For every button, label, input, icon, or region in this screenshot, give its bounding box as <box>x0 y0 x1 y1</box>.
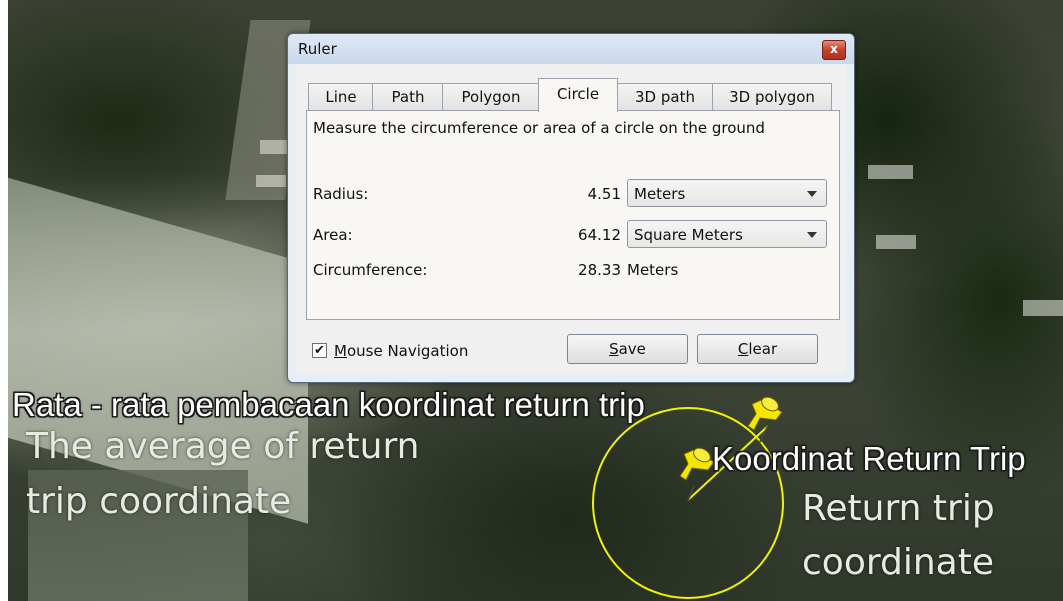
annotation-return-trip-line1: Return trip <box>802 488 995 529</box>
dialog-title: Ruler <box>298 40 337 58</box>
annotation-average-line1: The average of return <box>26 426 420 467</box>
radius-unit-value: Meters <box>634 185 686 203</box>
dialog-body: Line Path Polygon Circle 3D path 3D poly… <box>296 64 846 374</box>
save-label-rest: ave <box>618 340 646 358</box>
save-button[interactable]: Save <box>567 334 688 364</box>
annotation-return-trip-line2: coordinate <box>802 542 995 583</box>
area-unit-select[interactable]: Square Meters <box>627 220 827 248</box>
area-label: Area: <box>313 226 353 244</box>
close-icon[interactable]: x <box>822 40 846 60</box>
chevron-down-icon <box>807 191 817 197</box>
mouse-navigation-mnemonic: M <box>334 342 347 360</box>
area-value: 64.12 <box>578 226 621 244</box>
mouse-navigation-label[interactable]: Mouse Navigation <box>334 342 468 360</box>
annotation-koordinat-return-trip: Koordinat Return Trip <box>712 440 1026 477</box>
radius-unit-select[interactable]: Meters <box>627 179 827 207</box>
dialog-titlebar[interactable]: Ruler x <box>288 34 854 64</box>
checkmark-icon: ✔ <box>314 343 325 358</box>
tab-line[interactable]: Line <box>308 83 374 111</box>
clear-label-rest: lear <box>748 340 778 358</box>
chevron-down-icon <box>807 232 817 238</box>
measure-circle <box>592 407 784 599</box>
area-unit-value: Square Meters <box>634 226 743 244</box>
tab-circle[interactable]: Circle <box>538 78 618 112</box>
save-mnemonic: S <box>609 340 619 358</box>
circumference-label: Circumference: <box>313 261 428 279</box>
description-text: Measure the circumference or area of a c… <box>313 119 765 137</box>
clear-mnemonic: C <box>737 340 749 358</box>
circumference-unit: Meters <box>627 261 679 279</box>
tab-path[interactable]: Path <box>372 83 444 111</box>
tab-polygon[interactable]: Polygon <box>442 83 540 111</box>
clear-button[interactable]: Clear <box>697 334 818 364</box>
radius-value: 4.51 <box>587 185 621 203</box>
circle-tab-panel: Measure the circumference or area of a c… <box>306 110 840 320</box>
annotation-average-line2: trip coordinate <box>26 481 292 522</box>
circumference-value: 28.33 <box>578 261 621 279</box>
ruler-dialog[interactable]: Ruler x Line Path Polygon Circle 3D path… <box>287 33 855 383</box>
tab-3d-polygon[interactable]: 3D polygon <box>712 83 832 111</box>
radius-label: Radius: <box>313 185 369 203</box>
tab-3d-path[interactable]: 3D path <box>616 83 714 111</box>
mouse-navigation-checkbox[interactable]: ✔ <box>312 343 327 358</box>
annotation-rata-rata: Rata - rata pembacaan koordinat return t… <box>12 386 645 423</box>
mouse-navigation-label-rest: ouse Navigation <box>346 342 469 360</box>
